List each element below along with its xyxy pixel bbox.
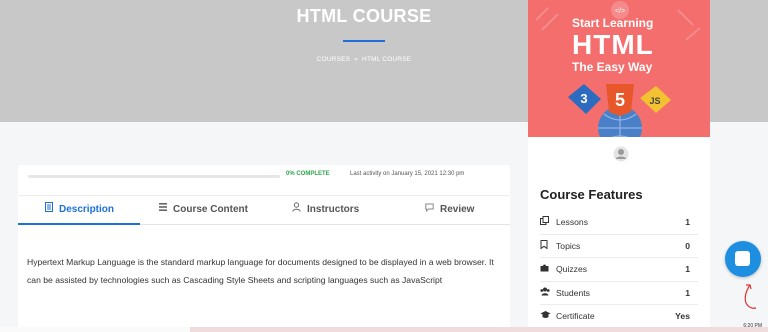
course-sidebar: </> 3 JS 5 Start Learning HTML The Easy … bbox=[528, 0, 710, 332]
tab-label: Description bbox=[59, 204, 115, 215]
feature-value: Yes bbox=[675, 311, 690, 321]
feature-topics: Topics 0 bbox=[540, 235, 698, 258]
feature-value: 1 bbox=[685, 287, 690, 298]
breadcrumb-separator: » bbox=[354, 56, 359, 63]
last-activity: Last activity on January 15, 2021 12:30 … bbox=[350, 171, 465, 177]
bookmark-icon bbox=[540, 239, 550, 251]
banner-line-3: The Easy Way bbox=[572, 60, 653, 74]
feature-value: 1 bbox=[685, 217, 690, 227]
list-icon bbox=[159, 196, 167, 224]
tab-course-content[interactable]: Course Content bbox=[159, 196, 248, 224]
users-icon bbox=[540, 287, 550, 298]
feature-value: 1 bbox=[685, 264, 690, 274]
graduation-cap-icon bbox=[540, 310, 551, 321]
user-icon bbox=[292, 196, 301, 224]
feature-quizzes: Quizzes 1 bbox=[540, 258, 698, 282]
document-icon bbox=[45, 196, 53, 224]
course-tabs: Description Course Content Instructors R… bbox=[18, 195, 510, 225]
feature-students: Students 1 bbox=[540, 282, 698, 305]
course-description: Hypertext Markup Language is the standar… bbox=[27, 257, 494, 285]
feature-label: Quizzes bbox=[556, 264, 588, 274]
feature-value: 0 bbox=[685, 240, 690, 251]
feature-label: Students bbox=[556, 287, 590, 298]
os-taskbar: 6:20 PM bbox=[0, 323, 768, 332]
instructor-avatar-icon[interactable] bbox=[613, 146, 629, 162]
taskbar-search-area[interactable] bbox=[0, 327, 190, 332]
progress-percent: 0% COMPLETE bbox=[286, 171, 330, 177]
features-list: Lessons 1 Topics 0 Quizzes 1 Students 1 … bbox=[540, 211, 698, 329]
breadcrumb-courses[interactable]: COURSES bbox=[317, 56, 351, 63]
css-badge-text: 3 bbox=[580, 91, 587, 106]
tab-label: Course Content bbox=[173, 204, 248, 215]
banner-line-2: HTML bbox=[572, 29, 654, 60]
comment-icon bbox=[425, 196, 434, 224]
tab-review[interactable]: Review bbox=[425, 196, 474, 224]
feature-lessons: Lessons 1 bbox=[540, 211, 698, 235]
tab-label: Review bbox=[440, 204, 475, 215]
banner-line-1: Start Learning bbox=[572, 16, 654, 30]
chat-widget-button[interactable] bbox=[725, 241, 761, 277]
course-banner: </> 3 JS 5 Start Learning HTML The Easy … bbox=[528, 0, 710, 137]
puzzle-icon bbox=[540, 263, 550, 274]
tab-instructors[interactable]: Instructors bbox=[292, 196, 359, 224]
course-content-card: 0% COMPLETE Last activity on January 15,… bbox=[18, 165, 510, 330]
feature-certificate: Certificate Yes bbox=[540, 305, 698, 329]
code-tag-text: </> bbox=[615, 8, 625, 15]
taskbar-clock: 6:20 PM bbox=[743, 323, 762, 329]
active-tab-indicator bbox=[18, 223, 140, 225]
feature-label: Topics bbox=[556, 240, 581, 251]
js-badge-text: JS bbox=[649, 96, 660, 106]
progress-bar bbox=[28, 175, 280, 178]
feature-label: Certificate bbox=[556, 311, 595, 321]
tab-label: Instructors bbox=[307, 204, 360, 215]
copy-icon bbox=[540, 216, 550, 227]
title-underline bbox=[343, 40, 385, 42]
breadcrumb-current: HTML COURSE bbox=[362, 56, 412, 63]
html5-badge-text: 5 bbox=[615, 90, 625, 110]
note-icon bbox=[735, 251, 750, 266]
features-title: Course Features bbox=[540, 187, 643, 202]
progress-row: 0% COMPLETE Last activity on January 15,… bbox=[28, 171, 498, 183]
annotation-arrow bbox=[744, 284, 757, 309]
feature-label: Lessons bbox=[556, 217, 589, 227]
tab-description[interactable]: Description bbox=[45, 196, 114, 224]
